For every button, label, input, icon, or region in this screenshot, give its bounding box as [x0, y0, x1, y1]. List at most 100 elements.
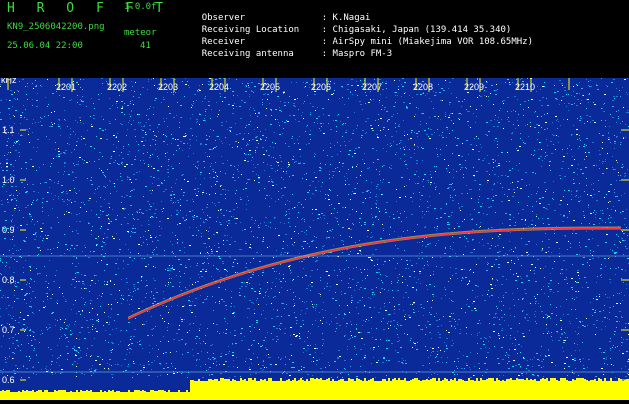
noise-dot [257, 357, 258, 358]
noise-dot [396, 152, 397, 153]
filename-label: KN9_2506042200.png [7, 22, 105, 32]
noise-dot [400, 148, 401, 149]
noise-dot [266, 195, 268, 196]
noise-dot [102, 249, 103, 250]
noise-dot [29, 283, 30, 284]
noise-dot [373, 357, 374, 358]
noise-dot [20, 115, 22, 116]
noise-dot [260, 138, 261, 139]
noise-dot [405, 363, 407, 364]
noise-dot [313, 307, 314, 308]
noise-dot [621, 316, 622, 317]
noise-dot [468, 283, 469, 284]
noise-dot [153, 295, 154, 296]
noise-dot [582, 342, 583, 343]
noise-dot [124, 114, 125, 115]
noise-dot [449, 224, 450, 225]
noise-dot [573, 230, 574, 231]
noise-dot [94, 161, 95, 162]
noise-dot [561, 329, 562, 330]
noise-dot [593, 251, 594, 252]
noise-dot [399, 197, 401, 198]
noise-dot [239, 133, 241, 134]
noise-dot [123, 209, 125, 210]
noise-dot [548, 355, 550, 356]
spectrogram-background [0, 78, 629, 400]
noise-dot [293, 156, 294, 157]
noise-dot [91, 234, 92, 235]
noise-dot [605, 120, 606, 121]
noise-dot [155, 144, 156, 145]
noise-dot [236, 203, 237, 204]
noise-dot [346, 323, 348, 324]
noise-dot [378, 360, 379, 361]
noise-dot [360, 269, 361, 270]
noise-dot [219, 78, 221, 79]
noise-dot [229, 130, 231, 131]
noise-dot [428, 211, 429, 212]
noise-dot [119, 249, 121, 250]
noise-dot [249, 140, 250, 141]
noise-dot [263, 310, 264, 311]
noise-dot [395, 127, 396, 128]
noise-dot [404, 316, 405, 317]
noise-dot [108, 368, 109, 369]
noise-dot [418, 325, 420, 326]
noise-dot [180, 117, 181, 118]
noise-dot [183, 143, 185, 144]
noise-dot [13, 115, 14, 116]
noise-dot [306, 308, 308, 309]
noise-dot [543, 317, 544, 318]
noise-dot [364, 344, 365, 345]
noise-dot [553, 135, 555, 136]
noise-dot [447, 188, 449, 189]
noise-dot [404, 333, 405, 334]
noise-dot [107, 322, 108, 323]
noise-dot [541, 250, 543, 251]
noise-dot [294, 242, 295, 243]
noise-dot [268, 296, 269, 297]
noise-dot [109, 163, 111, 164]
noise-dot [599, 160, 600, 161]
noise-dot [75, 266, 77, 267]
noise-dot [84, 160, 85, 161]
noise-dot [441, 357, 442, 358]
noise-dot [307, 345, 309, 346]
noise-dot [286, 304, 287, 305]
noise-dot [588, 102, 589, 103]
noise-dot [225, 251, 226, 252]
noise-dot [251, 345, 252, 346]
noise-dot [586, 282, 587, 283]
noise-dot [561, 333, 563, 334]
noise-dot [472, 252, 473, 253]
noise-dot [470, 127, 471, 128]
noise-dot [618, 200, 620, 201]
noise-dot [419, 242, 420, 243]
noise-dot [155, 267, 156, 268]
noise-dot [583, 368, 585, 369]
noise-dot [240, 118, 242, 119]
noise-dot [113, 135, 115, 136]
noise-dot [299, 336, 300, 337]
noise-dot [309, 84, 310, 85]
noise-dot [166, 363, 167, 364]
noise-dot [233, 360, 234, 361]
noise-dot [564, 279, 565, 280]
noise-dot [402, 86, 404, 87]
noise-dot [70, 199, 71, 200]
noise-dot [47, 106, 48, 107]
noise-dot [422, 365, 424, 366]
noise-dot [215, 162, 216, 163]
noise-dot [147, 311, 148, 312]
noise-dot [249, 369, 251, 370]
noise-dot [11, 194, 12, 195]
noise-dot [225, 137, 226, 138]
noise-dot [354, 346, 355, 347]
noise-dot [128, 144, 129, 145]
noise-dot [15, 320, 16, 321]
noise-dot [156, 136, 157, 137]
noise-dot [220, 209, 222, 210]
noise-dot [171, 268, 173, 269]
noise-dot [501, 201, 503, 202]
noise-dot [96, 245, 97, 246]
